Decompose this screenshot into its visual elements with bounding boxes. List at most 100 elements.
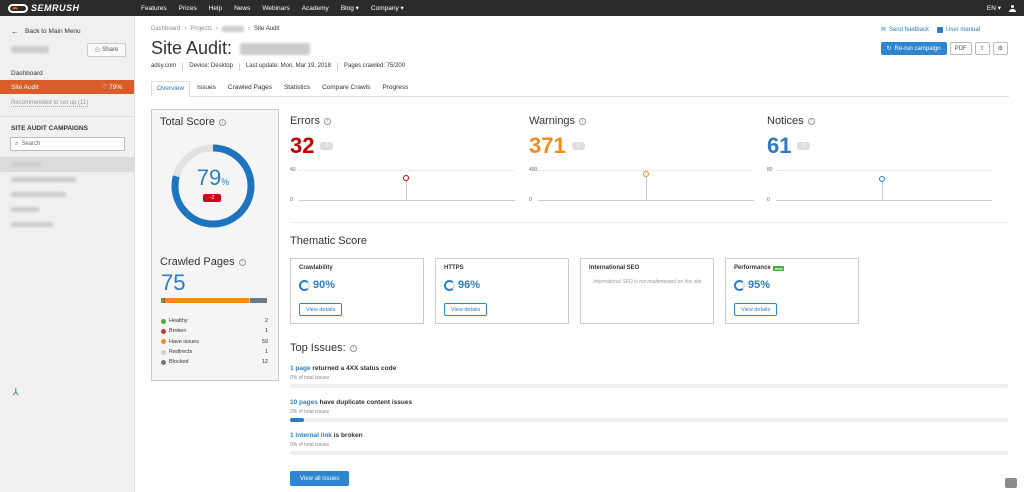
view-details-button[interactable]: View details — [734, 303, 778, 316]
nav-news[interactable]: News — [234, 5, 250, 12]
view-details-button[interactable]: View details — [444, 303, 488, 316]
refresh-icon: ↻ — [886, 46, 892, 52]
user-icon[interactable] — [1009, 4, 1016, 12]
issue-link[interactable]: 1 page — [290, 365, 311, 372]
export-icon[interactable]: ⇪ — [974, 42, 990, 55]
feedback-widget-icon[interactable] — [1005, 478, 1017, 488]
crawled-pages-value: 75 — [161, 270, 186, 295]
notices-value[interactable]: 61 0 — [767, 133, 811, 159]
tab-overview[interactable]: Overview — [151, 81, 191, 97]
send-feedback-link[interactable]: ✉ Send feedback — [881, 26, 929, 34]
sidebar-item-dashboard[interactable]: Dashboard — [11, 70, 43, 77]
errors-change-badge: 0 — [320, 142, 334, 150]
legend-item[interactable]: Redirects 1 — [161, 347, 268, 357]
legend-item[interactable]: Have issues 59 — [161, 337, 268, 347]
errors-metric: Errors i 32 0 40 0 — [290, 115, 530, 215]
nav-prices[interactable]: Prices — [179, 5, 197, 12]
thematic-card-https[interactable]: HTTPS 96% View details — [435, 258, 569, 324]
legend-item[interactable]: Healthy 2 — [161, 316, 268, 326]
list-item[interactable] — [0, 187, 134, 202]
legend-dot — [161, 349, 166, 355]
tabs: Overview Issues Crawled Pages Statistics… — [151, 81, 1009, 97]
book-icon — [936, 26, 943, 33]
tab-compare-crawls[interactable]: Compare Crawls — [317, 81, 375, 96]
score-panel: Total Score i 79% -2 Crawled Pages i 75 He… — [151, 109, 279, 381]
language-select[interactable]: EN ▾ — [987, 4, 1001, 12]
legend-label: Healthy — [169, 318, 188, 325]
info-icon[interactable]: i — [238, 258, 246, 266]
gridline — [299, 170, 515, 171]
legend-item[interactable]: Broken 1 — [161, 326, 268, 336]
collapse-sidebar-icon[interactable]: ⅄ — [13, 387, 19, 398]
notices-title: Notices — [767, 115, 804, 127]
list-item[interactable] — [0, 202, 134, 217]
thematic-card-crawlability[interactable]: Crawlability 90% View details — [290, 258, 424, 324]
campaign-list — [0, 157, 134, 232]
audit-meta: adsy.com Device: Desktop Last update: Mo… — [151, 63, 405, 71]
warnings-point — [643, 171, 649, 177]
issue-link[interactable]: 10 pages — [290, 399, 318, 406]
nav-help[interactable]: Help — [209, 5, 222, 12]
legend-count: 1 — [264, 349, 268, 356]
recommended-link[interactable]: Recommended to set up (11) — [11, 100, 89, 107]
legend-item[interactable]: Blocked 12 — [161, 357, 268, 367]
warnings-value[interactable]: 371 0 — [529, 133, 585, 159]
view-details-button[interactable]: View details — [299, 303, 343, 316]
tab-issues[interactable]: Issues — [192, 81, 221, 96]
list-item[interactable] — [0, 172, 134, 187]
user-manual-link[interactable]: User manual — [936, 26, 980, 33]
project-domain — [240, 42, 311, 55]
progress-ring-icon — [734, 279, 745, 291]
bar-segment-blocked — [250, 298, 267, 303]
issue-row: 10 pages have duplicate content issues 2… — [290, 399, 1008, 422]
sidebar-item-site-audit[interactable]: Site Audit ♡ 79% — [0, 80, 134, 94]
legend-count: 2 — [264, 318, 268, 325]
issue-link[interactable]: 1 internal link — [290, 432, 332, 439]
meta-domain: adsy.com — [151, 63, 177, 69]
info-icon[interactable]: i — [349, 344, 357, 352]
settings-gear-icon[interactable]: ⚙ — [992, 42, 1008, 55]
nav-company[interactable]: Company ▾ — [371, 4, 404, 12]
semrush-logo[interactable]: SEMRUSH — [8, 2, 80, 14]
info-icon[interactable]: i — [807, 117, 815, 125]
share-button[interactable]: ⚇ Share — [87, 43, 126, 57]
list-item[interactable] — [0, 217, 134, 232]
view-all-issues-button[interactable]: View all issues — [290, 471, 350, 486]
card-score: 90% — [299, 279, 335, 291]
info-icon[interactable]: i — [579, 117, 587, 125]
axis-tick: 400 — [529, 167, 538, 173]
sidebar-item-score: ♡ 79% — [101, 84, 122, 91]
crumb-projects[interactable]: Projects — [190, 26, 212, 32]
rerun-campaign-button[interactable]: ↻ Re-run campaign — [880, 42, 947, 55]
back-to-main-menu[interactable]: ← Back to Main Menu — [11, 27, 81, 36]
errors-value[interactable]: 32 0 — [290, 133, 334, 159]
info-icon[interactable]: i — [323, 117, 331, 125]
nav-blog[interactable]: Blog ▾ — [341, 4, 359, 12]
tab-progress[interactable]: Progress — [377, 81, 413, 96]
info-icon[interactable]: i — [219, 118, 227, 126]
card-score: 96% — [444, 279, 480, 291]
nav-academy[interactable]: Academy — [302, 5, 329, 12]
card-note: International SEO is not implemented on … — [593, 279, 703, 285]
gridline — [776, 170, 992, 171]
tab-crawled-pages[interactable]: Crawled Pages — [223, 81, 277, 96]
search-icon: ⌕ — [15, 140, 19, 147]
pdf-button[interactable]: PDF — [949, 42, 972, 55]
crumb-project[interactable] — [222, 26, 245, 32]
divider — [0, 116, 134, 117]
card-title: HTTPS — [444, 265, 464, 271]
nav-webinars[interactable]: Webinars — [262, 5, 289, 12]
crawled-pages-bar — [161, 298, 267, 303]
tab-statistics[interactable]: Statistics — [279, 81, 315, 96]
nav-features[interactable]: Features — [141, 5, 167, 12]
bar-segment-have-issues — [165, 298, 249, 303]
top-right: EN ▾ — [987, 0, 1016, 16]
axis-tick: 0 — [290, 197, 293, 203]
score-change-badge: -2 — [203, 194, 221, 202]
campaign-search-input[interactable]: ⌕ Search — [10, 137, 125, 151]
sidebar: ← Back to Main Menu ⚇ Share Dashboard Site… — [0, 16, 135, 492]
crumb-dashboard[interactable]: Dashboard — [151, 26, 180, 32]
list-item[interactable] — [0, 157, 134, 172]
issue-bar-fill — [290, 418, 305, 422]
thematic-card-performance[interactable]: Performance new 95% View details — [725, 258, 859, 324]
